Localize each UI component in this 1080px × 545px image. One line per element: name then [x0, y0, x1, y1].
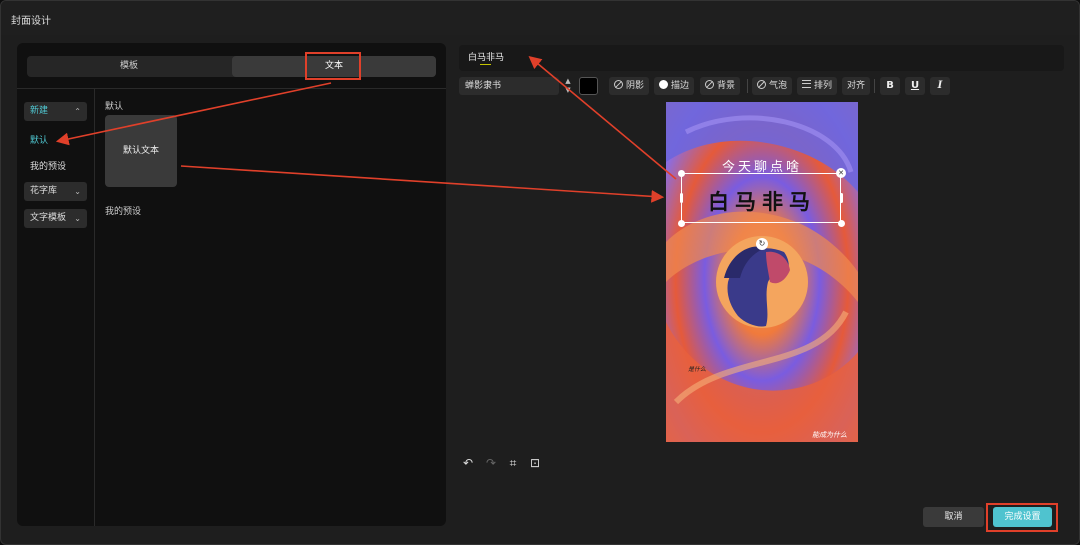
arrange-label: 排列 [814, 81, 833, 91]
italic-button[interactable]: I [930, 77, 950, 95]
chevron-down-icon: ⌄ [74, 214, 81, 223]
cancel-button[interactable]: 取消 [923, 507, 984, 527]
resize-handle[interactable] [678, 220, 685, 227]
sub-item-default[interactable]: 默认 [30, 133, 48, 146]
bubble-button[interactable]: 气泡 [752, 77, 793, 95]
background-label: 背景 [717, 81, 736, 91]
toolbar-separator [747, 79, 748, 93]
redo-icon[interactable]: ↷ [484, 455, 498, 471]
text-content-value: 白马非马 [468, 53, 505, 63]
text-selection-box[interactable] [681, 173, 841, 223]
background-button[interactable]: 背景 [700, 77, 741, 95]
left-panel: 模板 文本 新建 ⌃ 默认 我的预设 花字库 ⌄ 文字模板 ⌄ 默认 默认文本 … [17, 43, 446, 526]
cover-artwork [666, 102, 858, 442]
category-new-label: 新建 [30, 106, 49, 116]
category-new[interactable]: 新建 ⌃ [24, 102, 87, 121]
preset-card-default-text[interactable]: 默认文本 [105, 115, 177, 187]
divider [94, 89, 95, 526]
shadow-label: 阴影 [626, 81, 645, 91]
stroke-label: 描边 [671, 81, 690, 91]
tab-template[interactable]: 模板 [27, 56, 231, 77]
undo-icon[interactable]: ↶ [461, 455, 475, 471]
tab-bar: 模板 文本 [27, 56, 436, 77]
stroke-button[interactable]: 描边 [654, 77, 695, 95]
font-select[interactable]: 蝉影隶书 [459, 77, 559, 95]
toolbar-separator [874, 79, 875, 93]
divider [17, 88, 446, 89]
cover-preview-canvas[interactable]: 今天聊点啥 白马非马 是什么 能成为什么 [666, 102, 858, 442]
window-title: 封面设计 [11, 16, 51, 27]
chevron-up-icon: ⌃ [74, 107, 81, 116]
canvas-signature-right: 能成为什么 [812, 431, 847, 439]
text-caret [480, 64, 491, 65]
underline-button[interactable]: U [905, 77, 925, 95]
font-stepper[interactable]: ▲ ▼ [563, 77, 573, 95]
category-fancy-text-label: 花字库 [30, 186, 58, 196]
sub-item-my-presets[interactable]: 我的预设 [30, 159, 66, 172]
resize-handle[interactable] [678, 170, 685, 177]
tab-text[interactable]: 文本 [232, 56, 436, 77]
done-button[interactable]: 完成设置 [993, 507, 1052, 527]
section-label-default: 默认 [105, 102, 124, 112]
category-fancy-text[interactable]: 花字库 ⌄ [24, 182, 87, 201]
text-color-swatch[interactable] [579, 77, 598, 95]
section-label-my-presets: 我的预设 [105, 207, 142, 217]
category-text-template[interactable]: 文字模板 ⌄ [24, 209, 87, 228]
resize-handle[interactable] [680, 193, 683, 203]
title-bar: 封面设计 [1, 1, 1079, 35]
align-label: 对齐 [847, 81, 866, 91]
disabled-icon [614, 80, 623, 89]
shadow-button[interactable]: 阴影 [609, 77, 650, 95]
text-content-input[interactable]: 白马非马 [459, 45, 1064, 71]
arrange-button[interactable]: 排列 [797, 77, 838, 95]
circle-filled-icon [659, 80, 668, 89]
disabled-icon [757, 80, 766, 89]
align-button[interactable]: 对齐 [842, 77, 871, 95]
cover-design-window: 封面设计 模板 文本 新建 ⌃ 默认 我的预设 花字库 ⌄ 文字模板 ⌄ 默认 … [0, 0, 1080, 545]
bold-button[interactable]: B [880, 77, 900, 95]
rotate-icon[interactable]: ↻ [756, 238, 768, 250]
crop-icon[interactable]: ⌗ [506, 455, 520, 471]
canvas-signature-left: 是什么 [688, 366, 707, 373]
chevron-down-icon: ▼ [565, 86, 571, 94]
close-icon[interactable]: ✕ [836, 168, 846, 178]
bubble-label: 气泡 [769, 81, 788, 91]
disabled-icon [705, 80, 714, 89]
image-icon[interactable]: ⊡ [528, 455, 542, 471]
resize-handle[interactable] [840, 193, 843, 203]
arrange-icon [802, 80, 811, 88]
chevron-down-icon: ⌄ [74, 187, 81, 196]
category-text-template-label: 文字模板 [30, 213, 67, 223]
chevron-up-icon: ▲ [565, 77, 571, 85]
text-style-toolbar: 蝉影隶书 ▲ ▼ 阴影 描边 背景 气泡 排列 对齐 B U I [459, 77, 1059, 95]
resize-handle[interactable] [838, 220, 845, 227]
